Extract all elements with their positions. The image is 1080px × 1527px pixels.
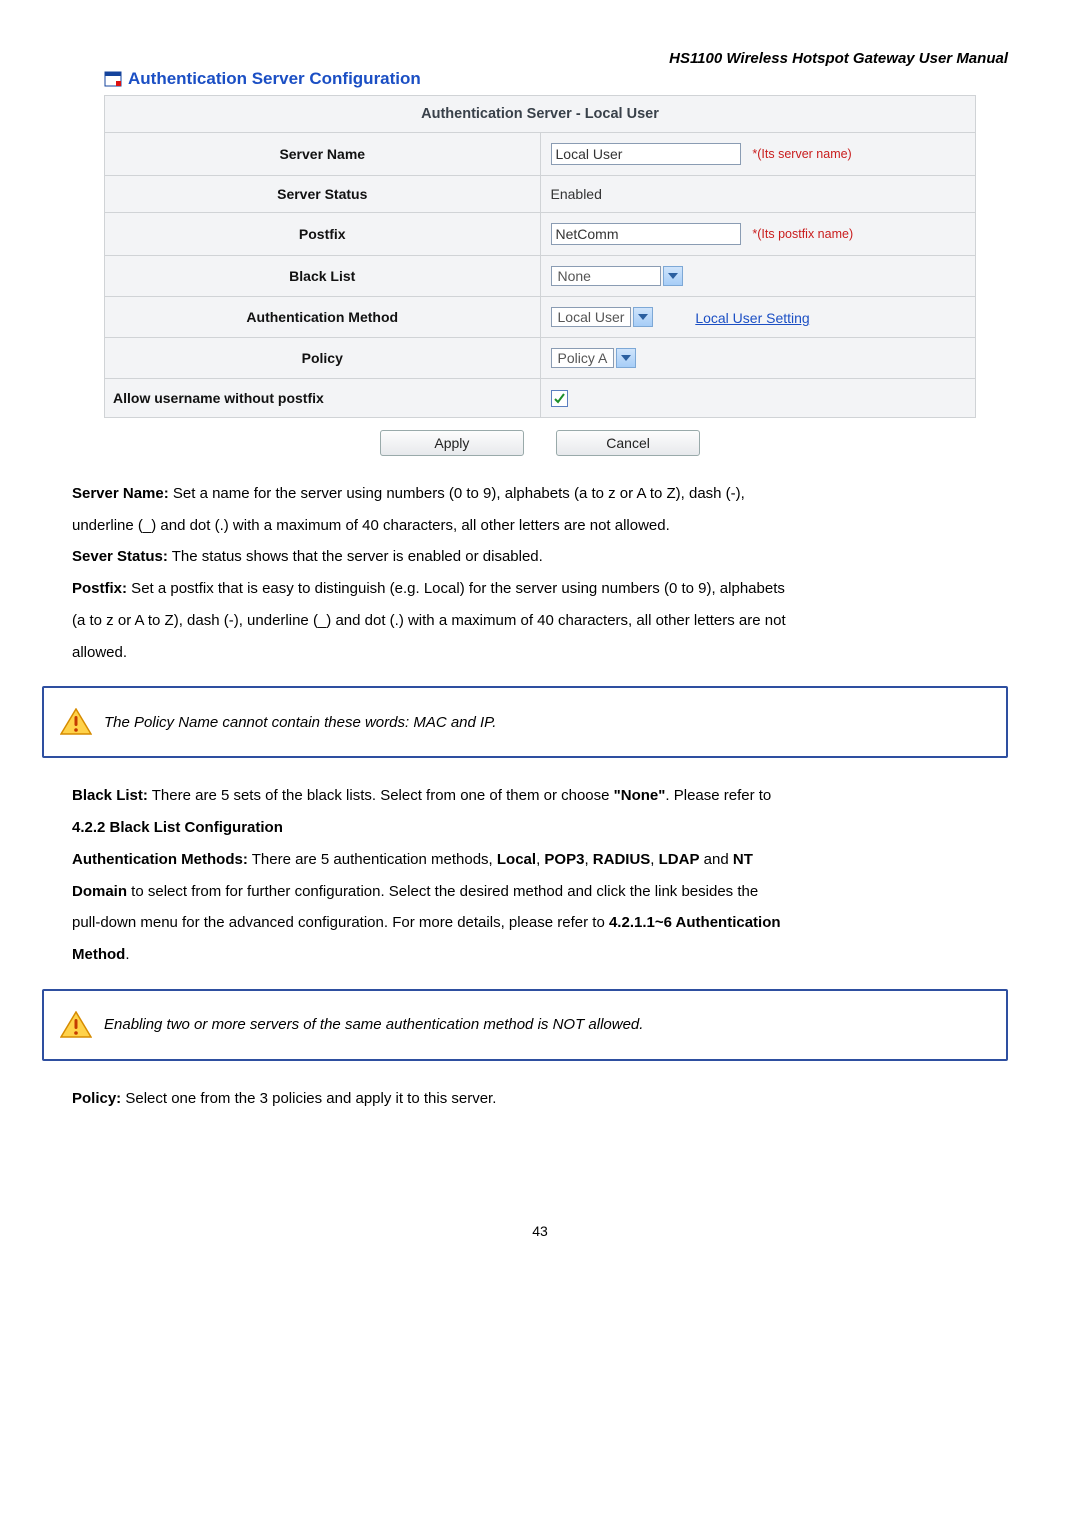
label-postfix: Postfix — [105, 213, 541, 256]
server-status-desc: The status shows that the server is enab… — [168, 548, 543, 565]
row-server-name: Server Name *(Its server name) — [105, 133, 976, 176]
server-name-desc-1: Set a name for the server using numbers … — [169, 485, 745, 502]
row-allow-username: Allow username without postfix — [105, 379, 976, 418]
black-list-value: None — [558, 268, 591, 284]
auth-methods-line3-pre: pull-down menu for the advanced configur… — [72, 914, 609, 931]
m-and: and — [699, 851, 732, 868]
auth-methods-desc-pre: There are 5 authentication methods, — [248, 851, 497, 868]
postfix-desc-1: Set a postfix that is easy to distinguis… — [127, 580, 785, 597]
postfix-desc-3: allowed. — [72, 639, 1008, 667]
apply-button[interactable]: Apply — [380, 430, 524, 456]
postfix-desc-title: Postfix: — [72, 580, 127, 597]
doc-header: HS1100 Wireless Hotspot Gateway User Man… — [72, 50, 1008, 67]
black-list-select[interactable]: None — [551, 266, 683, 286]
m-pop3: POP3 — [544, 851, 584, 868]
chevron-down-icon — [663, 266, 683, 286]
label-server-status: Server Status — [105, 176, 541, 213]
config-table-block: Authentication Server - Local User Serve… — [104, 95, 976, 418]
auth-methods-line2-pre: Domain — [72, 883, 127, 900]
note-text-2: Enabling two or more servers of the same… — [104, 1016, 643, 1033]
m-local: Local — [497, 851, 536, 868]
m-nt: NT — [733, 851, 753, 868]
label-allow-username: Allow username without postfix — [105, 379, 541, 418]
label-black-list: Black List — [105, 256, 541, 297]
page-number: 43 — [72, 1223, 1008, 1239]
button-row: Apply Cancel — [72, 430, 1008, 456]
auth-methods-line4: Method — [72, 946, 125, 963]
allow-username-checkbox[interactable] — [551, 390, 568, 407]
black-list-desc-title: Black List: — [72, 787, 148, 804]
auth-methods-line2-body: to select from for further configuration… — [127, 883, 758, 900]
auth-methods-ref: 4.2.1.1~6 Authentication — [609, 914, 781, 931]
policy-value: Policy A — [558, 350, 608, 366]
m-radius: RADIUS — [593, 851, 651, 868]
policy-desc-title: Policy: — [72, 1090, 121, 1107]
note-text-1: The Policy Name cannot contain these wor… — [104, 714, 496, 731]
label-auth-method: Authentication Method — [105, 297, 541, 338]
section-title: Authentication Server Configuration — [104, 69, 1008, 89]
warning-icon — [54, 708, 98, 736]
label-server-name: Server Name — [105, 133, 541, 176]
row-policy: Policy Policy A — [105, 338, 976, 379]
server-name-hint: *(Its server name) — [752, 147, 851, 161]
note-box-2: Enabling two or more servers of the same… — [42, 989, 1008, 1061]
warning-icon — [54, 1011, 98, 1039]
config-table: Authentication Server - Local User Serve… — [104, 95, 976, 418]
server-status-desc-title: Sever Status: — [72, 548, 168, 565]
auth-method-select[interactable]: Local User — [551, 307, 654, 327]
auth-method-value: Local User — [558, 309, 625, 325]
black-list-desc-post: . Please refer to — [665, 787, 771, 804]
chevron-down-icon — [616, 348, 636, 368]
server-name-desc-2: underline (_) and dot (.) with a maximum… — [72, 512, 1008, 540]
row-black-list: Black List None — [105, 256, 976, 297]
config-panel-icon — [104, 71, 122, 87]
row-auth-method: Authentication Method Local User Local U… — [105, 297, 976, 338]
description-block-3: Policy: Select one from the 3 policies a… — [72, 1085, 1008, 1113]
row-server-status: Server Status Enabled — [105, 176, 976, 213]
auth-methods-desc-title: Authentication Methods: — [72, 851, 248, 868]
local-user-setting-link[interactable]: Local User Setting — [695, 310, 809, 326]
black-list-ref: 4.2.2 Black List Configuration — [72, 819, 283, 836]
row-postfix: Postfix *(Its postfix name) — [105, 213, 976, 256]
postfix-hint: *(Its postfix name) — [752, 227, 853, 241]
section-title-text: Authentication Server Configuration — [128, 69, 421, 89]
label-policy: Policy — [105, 338, 541, 379]
table-title: Authentication Server - Local User — [105, 96, 976, 133]
black-list-none: "None" — [614, 787, 666, 804]
postfix-input[interactable] — [551, 223, 741, 245]
policy-desc-body: Select one from the 3 policies and apply… — [121, 1090, 496, 1107]
description-block-2: Black List: There are 5 sets of the blac… — [72, 782, 1008, 969]
chevron-down-icon — [633, 307, 653, 327]
server-name-desc-title: Server Name: — [72, 485, 169, 502]
cancel-button[interactable]: Cancel — [556, 430, 700, 456]
postfix-desc-2: (a to z or A to Z), dash (-), underline … — [72, 607, 1008, 635]
policy-select[interactable]: Policy A — [551, 348, 637, 368]
server-name-input[interactable] — [551, 143, 741, 165]
black-list-desc-pre: There are 5 sets of the black lists. Sel… — [148, 787, 614, 804]
server-status-value: Enabled — [540, 176, 976, 213]
note-box-1: The Policy Name cannot contain these wor… — [42, 686, 1008, 758]
m-ldap: LDAP — [659, 851, 700, 868]
description-block: Server Name: Set a name for the server u… — [72, 480, 1008, 667]
